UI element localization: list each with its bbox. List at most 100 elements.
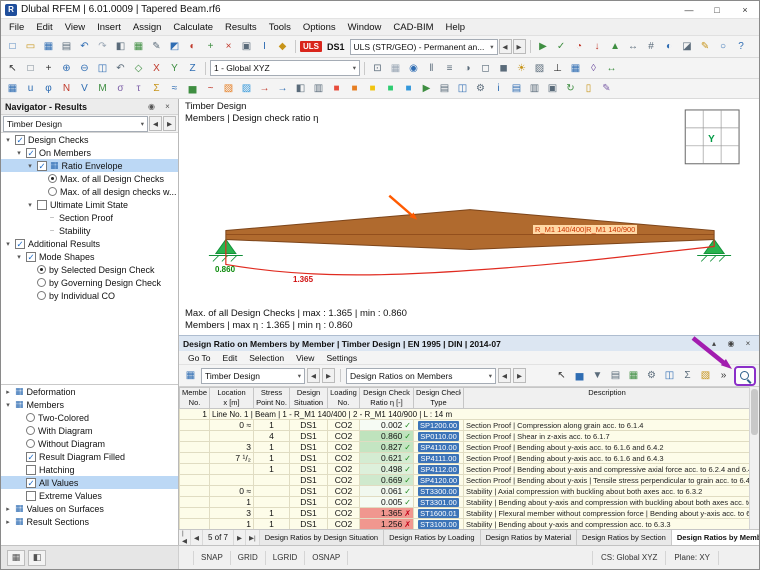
lighting-icon[interactable]: ☀ [513, 60, 530, 76]
close-navigator-button[interactable]: × [161, 102, 174, 111]
section-library-icon[interactable]: I [256, 39, 273, 55]
diagram-lines-icon[interactable]: ~ [202, 81, 219, 97]
menu-edit[interactable]: Edit [30, 21, 58, 34]
redo-icon[interactable]: ↷ [94, 39, 111, 55]
result-values-icon[interactable]: ≈ [166, 81, 183, 97]
delete-icon[interactable]: × [220, 39, 237, 55]
color-scale-1-icon[interactable]: ■ [328, 81, 345, 97]
design-check-type-link[interactable]: SP4111.00 [418, 454, 459, 463]
menu-help[interactable]: Help [440, 21, 472, 34]
result-table-icon[interactable]: ▤ [508, 81, 525, 97]
menu-view[interactable]: View [59, 21, 91, 34]
pin-icon[interactable]: ◉ [145, 102, 158, 111]
table-tab-design-ratios-by-material[interactable]: Design Ratios by Material [480, 530, 578, 545]
tapered-beam[interactable] [225, 209, 715, 250]
tree-item-by-governing-design-check[interactable]: by Governing Design Check [1, 276, 178, 289]
design-check-type-link[interactable]: SP4112.00 [418, 465, 459, 474]
view-z-icon[interactable]: Z [184, 60, 201, 76]
expander-icon[interactable]: ▸ [4, 505, 12, 513]
smooth-ranges-icon[interactable]: ◧ [292, 81, 309, 97]
table-panel-title-bar[interactable]: Design Ratio on Members by Member | Timb… [179, 335, 759, 351]
select-window-icon[interactable]: □ [22, 60, 39, 76]
checkbox[interactable] [26, 464, 36, 475]
result-row[interactable]: 0 ≈1 DS1 CO2 0.002 ✓ SP1200.00 Section Proof |… [179, 419, 751, 431]
checkbox[interactable]: ✓ [15, 238, 25, 249]
table-tab-design-ratios-by-loading[interactable]: Design Ratios by Loading [384, 530, 481, 545]
rotation-phi-icon[interactable]: φ [40, 81, 57, 97]
pin-icon[interactable]: ◉ [724, 339, 738, 348]
tree-item-ratio-envelope[interactable]: ▾ ✓ ▦ Ratio Envelope [1, 159, 178, 172]
expander-icon[interactable]: ▾ [26, 201, 34, 209]
print-graphic-icon[interactable]: ▤ [436, 81, 453, 97]
select-in-graphic-icon[interactable]: ↖ [553, 368, 570, 384]
checkbox[interactable]: ✓ [26, 451, 36, 462]
table-menu-edit[interactable]: Edit [217, 353, 244, 363]
print-icon[interactable]: ▤ [58, 39, 75, 55]
column-header-loading-no[interactable]: Loading No. [327, 387, 360, 409]
grid-icon[interactable]: ▦ [387, 60, 404, 76]
numbering-icon[interactable]: # [643, 39, 660, 55]
expander-icon[interactable]: ▾ [15, 253, 23, 261]
module-combo[interactable]: Timber Design ▾ [3, 115, 148, 132]
axial-force-n-icon[interactable]: N [58, 81, 75, 97]
result-row[interactable]: 1 DS1 CO2 0.498 ✓ SP4112.00 Section Proof | Be… [179, 463, 751, 475]
stress-tau-icon[interactable]: τ [130, 81, 147, 97]
table-tab-design-ratios-by-section[interactable]: Design Ratios by Section [577, 530, 672, 545]
result-row[interactable]: 0 ≈ DS1 CO2 0.061 ✓ ST3300.00 Stability | Axia… [179, 485, 751, 497]
work-plane-icon[interactable]: ◊ [585, 60, 602, 76]
print-table-icon[interactable]: ▤ [607, 368, 624, 384]
maximize-button[interactable]: □ [705, 2, 729, 18]
tables-icon[interactable]: ▦ [130, 39, 147, 55]
full-view-icon[interactable]: ⊡ [369, 60, 386, 76]
color-scale-2-icon[interactable]: ■ [346, 81, 363, 97]
result-row[interactable]: 3 1 DS1 CO2 0.827 ✓ SP4110.00 Section Proof | B… [179, 441, 751, 453]
tree-item-hatching[interactable]: Hatching [1, 463, 178, 476]
comments-icon[interactable]: ✎ [697, 39, 714, 55]
stress-sigma-icon[interactable]: σ [112, 81, 129, 97]
moment-m-icon[interactable]: M [94, 81, 111, 97]
table-settings-icon[interactable]: ⚙ [643, 368, 660, 384]
result-diagram-panel-icon[interactable]: ▅ [571, 368, 588, 384]
expander-icon[interactable]: ▾ [4, 136, 12, 144]
tree-item-members[interactable]: ▾ ▦ Members [1, 398, 178, 411]
design-check-type-link[interactable]: SP4120.00 [417, 476, 460, 485]
previous-view-button[interactable]: ◀ [498, 368, 511, 383]
radio-button[interactable] [37, 265, 46, 274]
expander-icon[interactable]: ▸ [4, 388, 12, 396]
filter-icon[interactable]: ▼ [589, 368, 606, 384]
table-menu-settings[interactable]: Settings [320, 353, 363, 363]
materials-icon[interactable]: ◆ [274, 39, 291, 55]
tree-item-by-selected-design-check[interactable]: by Selected Design Check [1, 263, 178, 276]
pan-icon[interactable]: + [40, 60, 57, 76]
check-design-icon[interactable]: ✓ [553, 39, 570, 55]
panel-toggle-1-button[interactable]: ▦ [7, 549, 25, 566]
column-manager-icon[interactable]: ◫ [661, 368, 678, 384]
radio-button[interactable] [26, 413, 35, 422]
expander-icon[interactable]: ▾ [4, 240, 12, 248]
deformation-u-icon[interactable]: u [22, 81, 39, 97]
tree-item-max-of-all-design-checks-w[interactable]: Max. of all design checks w... [1, 185, 178, 198]
vectors-icon[interactable]: → [256, 81, 273, 97]
result-row[interactable]: 1 1 DS1 CO2 1.256 ✗ ST3100.00 Stability | Bendi… [179, 518, 751, 529]
next-loading-button[interactable]: ▶ [512, 39, 526, 54]
info-icon[interactable]: i [490, 81, 507, 97]
grid-toggle[interactable]: GRID [231, 550, 266, 565]
visibility-icon[interactable]: ◐ [661, 39, 678, 55]
help-icon[interactable]: ? [733, 39, 750, 55]
background-icon[interactable]: ▨ [531, 60, 548, 76]
expander-icon[interactable]: ▾ [4, 401, 12, 409]
checkbox[interactable]: ✓ [26, 147, 36, 158]
last-page-button[interactable]: ▶| [246, 530, 260, 545]
open-model-icon[interactable]: ▭ [22, 39, 39, 55]
checkbox[interactable]: ✓ [26, 251, 36, 262]
column-header-description[interactable]: Description [463, 387, 751, 409]
design-check-type-link[interactable]: ST1600.01 [418, 509, 459, 518]
show-results-icon[interactable]: ◔ [571, 39, 588, 55]
menu-assign[interactable]: Assign [127, 21, 168, 34]
menu-tools[interactable]: Tools [263, 21, 297, 34]
dimensions-icon[interactable]: ↔ [625, 39, 642, 55]
load-combination-combo[interactable]: ULS (STR/GEO) - Permanent an... ▾ [349, 38, 498, 55]
column-header-design-situation[interactable]: Design Situation [289, 387, 328, 409]
tree-item-mode-shapes[interactable]: ▾ ✓ Mode Shapes [1, 250, 178, 263]
table-menu-selection[interactable]: Selection [243, 353, 290, 363]
